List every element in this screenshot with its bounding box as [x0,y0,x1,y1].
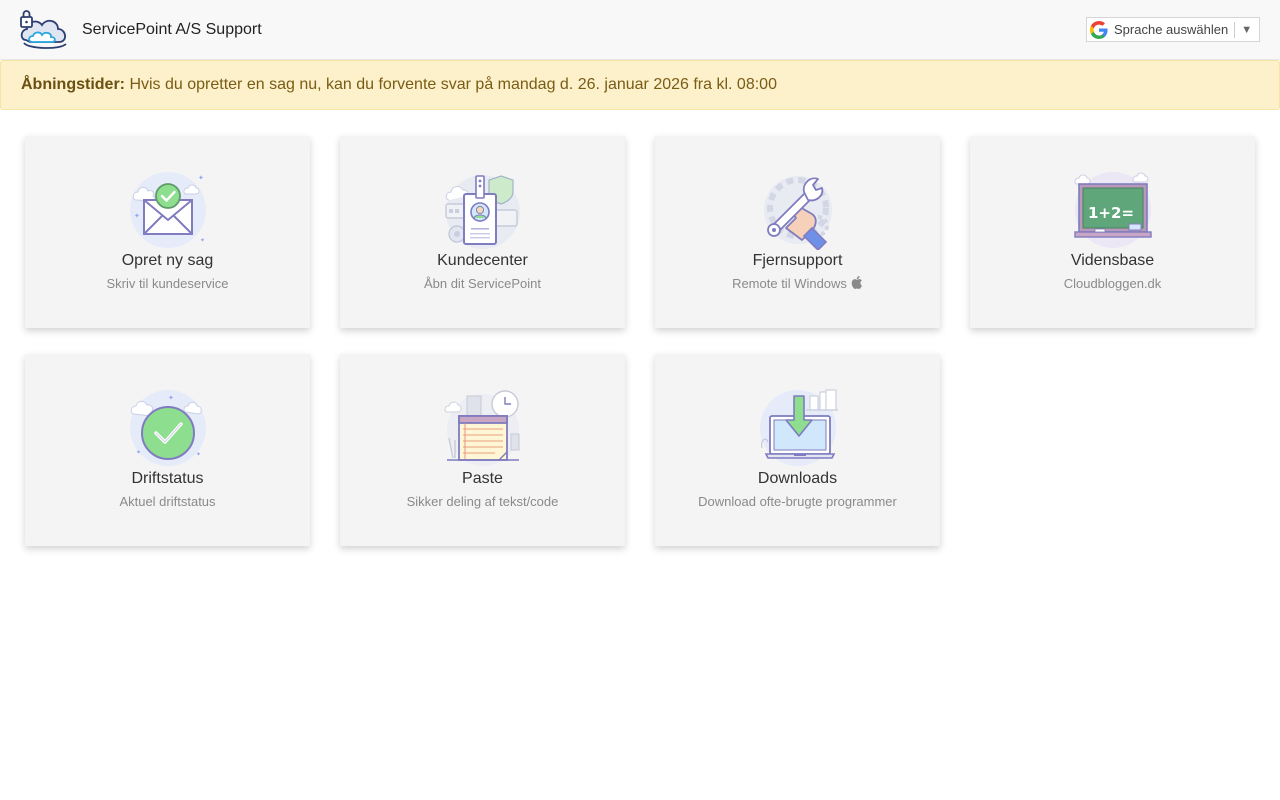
opening-hours-text: Hvis du opretter en sag nu, kan du forve… [125,76,777,93]
laptop-download-icon [758,388,838,468]
status-check-icon: ✦ ✦ ✦ [128,388,208,468]
card-downloads[interactable]: Downloads Download ofte-brugte programme… [655,354,940,546]
card-title: Driftstatus [131,470,204,487]
card-subtitle: Åbn dit ServicePoint [423,276,542,291]
language-selector-divider [1234,21,1236,38]
card-subtitle: Skriv til kundeservice [106,276,229,291]
card-fjernsupport[interactable]: Fjernsupport Remote til Windows [655,136,940,328]
svg-text:✦: ✦ [134,212,140,220]
apple-icon [851,276,862,289]
top-navbar: ServicePoint A/S Support Sprache auswähl… [0,0,1280,60]
opening-hours-label: Åbningstider: [21,76,125,93]
chalkboard-icon: 1+2= [1073,170,1153,250]
svg-text:✦: ✦ [136,449,141,456]
cloud-lock-logo-icon [20,10,67,49]
card-driftstatus[interactable]: ✦ ✦ ✦ Driftstatus Aktuel driftstatus [25,354,310,546]
opening-hours-alert: Åbningstider: Hvis du opretter en sag nu… [0,60,1280,110]
dropdown-arrow-icon: ▼ [1241,23,1253,36]
card-title: Opret ny sag [121,252,214,269]
card-subtitle: Aktuel driftstatus [119,494,216,509]
card-subtitle: Sikker deling af tekst/code [406,494,559,509]
wrench-hand-icon [758,170,838,250]
card-subtitle: Download ofte-brugte programmer [698,494,897,509]
google-icon [1090,20,1108,39]
language-selector-label: Sprache auswählen [1114,22,1229,37]
card-title: Downloads [757,470,838,487]
svg-text:✦: ✦ [196,451,201,458]
card-subtitle: Cloudbloggen.dk [1063,276,1162,291]
notepad-icon [443,388,523,468]
card-subtitle: Remote til Windows [655,276,940,291]
svg-text:✦: ✦ [168,394,174,402]
card-title: Fjernsupport [752,252,843,269]
card-paste[interactable]: Paste Sikker deling af tekst/code [340,354,625,546]
card-title: Kundecenter [437,252,528,269]
card-title: Vidensbase [1070,252,1155,269]
svg-text:✦: ✦ [200,237,205,244]
svg-text:✦: ✦ [198,174,204,182]
card-title: Paste [462,470,503,487]
card-opret-ny-sag[interactable]: ✦ ✦ ✦ Opret ny sag Skriv til kundeservic… [25,136,310,328]
brand-name: ServicePoint A/S Support [82,21,262,38]
card-vidensbase[interactable]: 1+2= Vidensbase Cloudbloggen.dk [970,136,1255,328]
card-subtitle-text: Remote til Windows [732,276,847,291]
svg-text:1+2=: 1+2= [1088,204,1134,222]
card-kundecenter[interactable]: Kundecenter Åbn dit ServicePoint [340,136,625,328]
id-badge-icon [443,170,523,250]
language-selector[interactable]: Sprache auswählen ▼ [1086,17,1260,42]
brand-link[interactable]: ServicePoint A/S Support [18,8,262,52]
envelope-check-icon: ✦ ✦ ✦ [128,170,208,250]
